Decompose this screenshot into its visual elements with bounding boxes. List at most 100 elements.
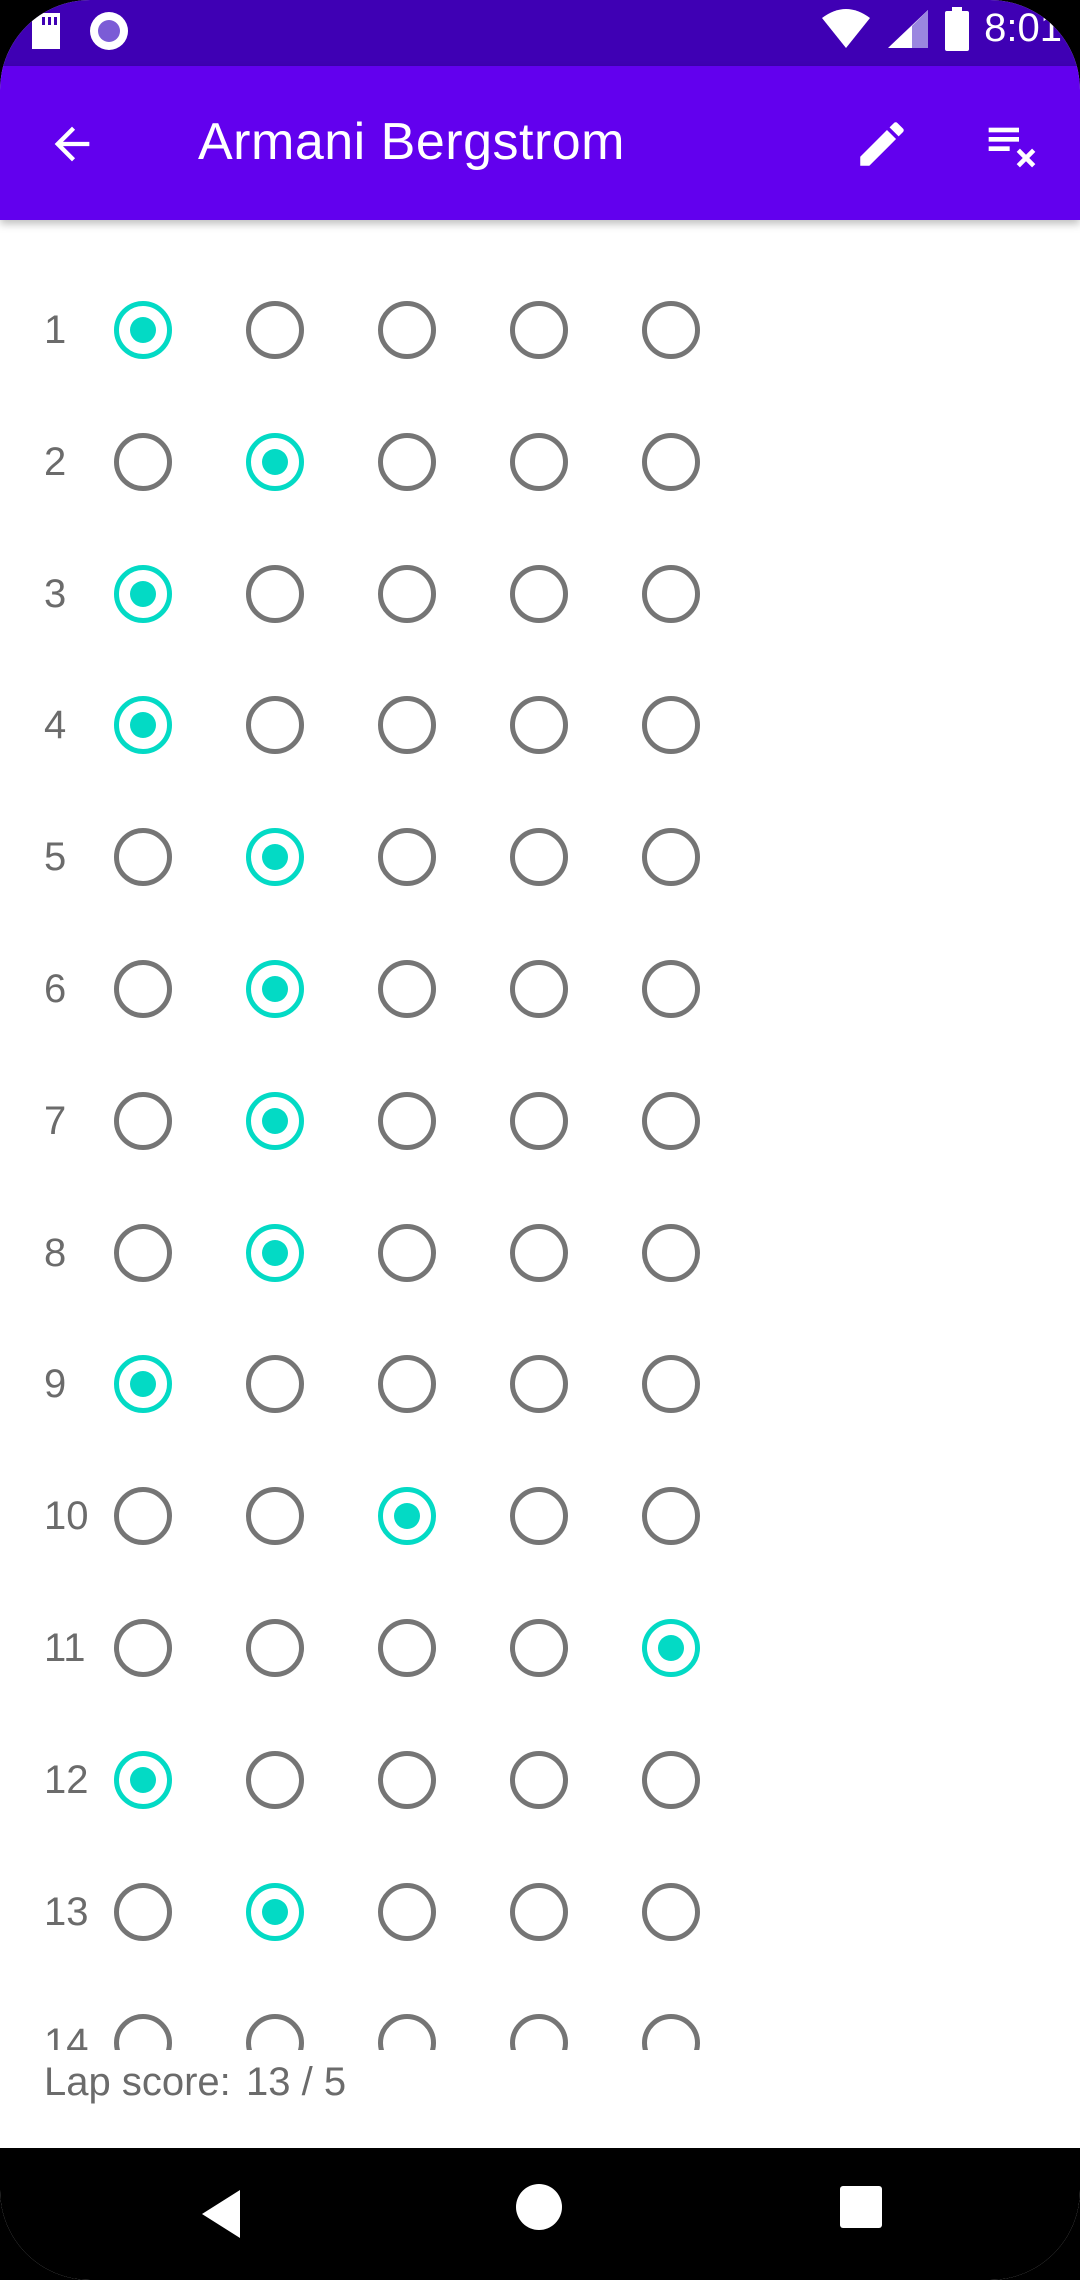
lap-3-option-1-radio[interactable] xyxy=(114,564,172,623)
lap-5-option-5-radio[interactable] xyxy=(642,828,700,887)
lap-5-option-4-radio[interactable] xyxy=(510,828,568,887)
lap-12-option-2-radio[interactable] xyxy=(246,1750,304,1809)
lap-10-option-3-radio[interactable] xyxy=(378,1487,436,1546)
lap-11-option-1-radio[interactable] xyxy=(114,1619,172,1677)
lap-5-option-1-radio[interactable] xyxy=(114,828,172,887)
lap-5-option-2-radio[interactable] xyxy=(246,828,304,887)
lap-12-option-1-radio[interactable] xyxy=(114,1750,172,1809)
lap-10-option-2-radio[interactable] xyxy=(246,1487,304,1546)
lap-6-option-2-radio[interactable] xyxy=(246,960,304,1018)
lap-11-option-5-radio[interactable] xyxy=(642,1619,700,1677)
lap-11-option-4-radio[interactable] xyxy=(510,1619,568,1677)
lap-1-option-4-radio[interactable] xyxy=(510,301,568,359)
home-circle-icon[interactable] xyxy=(516,2184,562,2230)
lap-13-option-3-radio[interactable] xyxy=(378,1882,436,1941)
lap-number: 2 xyxy=(44,439,67,484)
lap-1-option-2-radio[interactable] xyxy=(246,301,304,359)
lap-row: 2 xyxy=(0,396,1080,528)
lap-12-option-5-radio[interactable] xyxy=(642,1750,700,1809)
lap-7-option-2-radio[interactable] xyxy=(246,1091,304,1150)
lap-9-option-5-radio[interactable] xyxy=(642,1355,700,1414)
record-icon xyxy=(90,12,128,50)
score-footer: Lap score: 13 / 5 xyxy=(0,2050,1080,2148)
lap-11-option-2-radio[interactable] xyxy=(246,1619,304,1677)
lap-8-option-5-radio[interactable] xyxy=(642,1223,700,1282)
lap-9-option-2-radio[interactable] xyxy=(246,1355,304,1414)
lap-14-option-1-radio[interactable] xyxy=(114,2014,172,2050)
lap-4-option-5-radio[interactable] xyxy=(642,696,700,755)
status-right-icons: 8:01 xyxy=(820,6,1062,51)
lap-2-option-3-radio[interactable] xyxy=(378,432,436,491)
lap-1-option-1-radio[interactable] xyxy=(114,301,172,359)
lap-7-option-1-radio[interactable] xyxy=(114,1091,172,1150)
status-left-icons xyxy=(30,10,130,52)
lap-1-option-5-radio[interactable] xyxy=(642,301,700,359)
lap-13-option-1-radio[interactable] xyxy=(114,1882,172,1941)
lap-row: 14 xyxy=(0,1977,1080,2050)
lap-5-option-3-radio[interactable] xyxy=(378,828,436,887)
lap-number: 9 xyxy=(44,1362,67,1407)
lap-14-option-2-radio[interactable] xyxy=(246,2014,304,2050)
lap-row: 5 xyxy=(0,791,1080,923)
lap-4-option-4-radio[interactable] xyxy=(510,696,568,755)
clear-all-button[interactable] xyxy=(976,108,1048,180)
signal-icon xyxy=(888,9,929,48)
lap-number: 7 xyxy=(44,1098,67,1143)
lap-3-option-2-radio[interactable] xyxy=(246,564,304,623)
lap-row: 3 xyxy=(0,528,1080,660)
lap-row: 12 xyxy=(0,1714,1080,1846)
lap-14-option-3-radio[interactable] xyxy=(378,2014,436,2050)
lap-list[interactable]: 1 2 3 4 5 6 7 8 9 10 11 12 13 14 xyxy=(0,220,1080,2050)
lap-14-option-4-radio[interactable] xyxy=(510,2014,568,2050)
arrow-left-icon xyxy=(54,126,90,162)
pencil-icon xyxy=(860,122,904,166)
lap-6-option-3-radio[interactable] xyxy=(378,960,436,1018)
clear-list-icon xyxy=(988,127,1036,168)
lap-7-option-5-radio[interactable] xyxy=(642,1091,700,1150)
recents-square-icon[interactable] xyxy=(840,2186,882,2228)
lap-7-option-4-radio[interactable] xyxy=(510,1091,568,1150)
lap-9-option-3-radio[interactable] xyxy=(378,1355,436,1414)
lap-8-option-3-radio[interactable] xyxy=(378,1223,436,1282)
lap-3-option-4-radio[interactable] xyxy=(510,564,568,623)
lap-9-option-4-radio[interactable] xyxy=(510,1355,568,1414)
page-title: Armani Bergstrom xyxy=(198,113,625,171)
lap-3-option-3-radio[interactable] xyxy=(378,564,436,623)
lap-7-option-3-radio[interactable] xyxy=(378,1091,436,1150)
lap-2-option-2-radio[interactable] xyxy=(246,432,304,491)
lap-number: 5 xyxy=(44,835,67,880)
lap-6-option-1-radio[interactable] xyxy=(114,960,172,1018)
lap-8-option-1-radio[interactable] xyxy=(114,1223,172,1282)
lap-9-option-1-radio[interactable] xyxy=(114,1355,172,1414)
lap-4-option-1-radio[interactable] xyxy=(114,696,172,755)
edit-button[interactable] xyxy=(846,108,918,180)
lap-3-option-5-radio[interactable] xyxy=(642,564,700,623)
lap-13-option-4-radio[interactable] xyxy=(510,1882,568,1941)
lap-4-option-2-radio[interactable] xyxy=(246,696,304,755)
lap-13-option-5-radio[interactable] xyxy=(642,1882,700,1941)
lap-10-option-4-radio[interactable] xyxy=(510,1487,568,1546)
back-triangle-icon[interactable] xyxy=(196,2184,256,2244)
lap-13-option-2-radio[interactable] xyxy=(246,1882,304,1941)
back-button[interactable] xyxy=(36,108,108,180)
lap-12-option-3-radio[interactable] xyxy=(378,1750,436,1809)
lap-1-option-3-radio[interactable] xyxy=(378,301,436,359)
lap-2-option-1-radio[interactable] xyxy=(114,432,172,491)
lap-2-option-5-radio[interactable] xyxy=(642,432,700,491)
lap-6-option-5-radio[interactable] xyxy=(642,960,700,1018)
lap-row: 10 xyxy=(0,1450,1080,1582)
lap-12-option-4-radio[interactable] xyxy=(510,1750,568,1809)
lap-8-option-2-radio[interactable] xyxy=(246,1223,304,1282)
lap-8-option-4-radio[interactable] xyxy=(510,1223,568,1282)
lap-14-option-5-radio[interactable] xyxy=(642,2014,700,2050)
lap-number: 12 xyxy=(44,1757,89,1802)
lap-number: 14 xyxy=(44,2021,89,2050)
lap-11-option-3-radio[interactable] xyxy=(378,1619,436,1677)
lap-row: 4 xyxy=(0,659,1080,791)
lap-10-option-1-radio[interactable] xyxy=(114,1487,172,1546)
lap-6-option-4-radio[interactable] xyxy=(510,960,568,1018)
lap-10-option-5-radio[interactable] xyxy=(642,1487,700,1546)
lap-2-option-4-radio[interactable] xyxy=(510,432,568,491)
lap-row: 8 xyxy=(0,1187,1080,1319)
lap-4-option-3-radio[interactable] xyxy=(378,696,436,755)
